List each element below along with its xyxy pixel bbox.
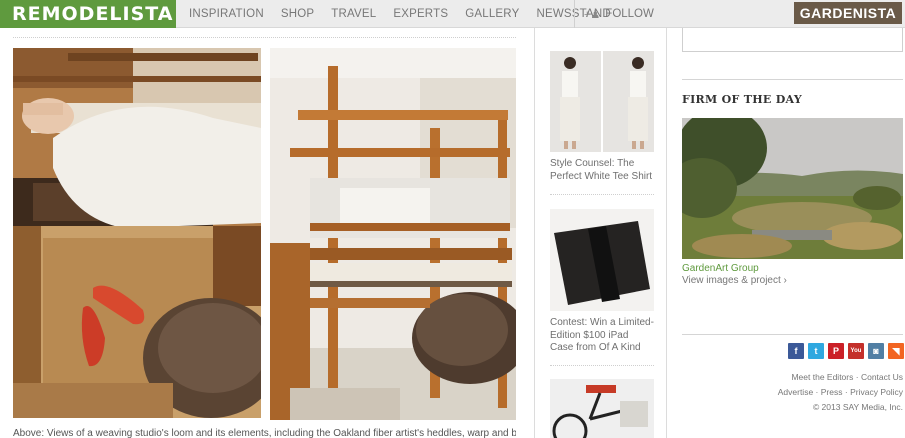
footer-links-row-2: Advertise · Press · Privacy Policy: [778, 387, 903, 397]
nav-item-inspiration[interactable]: INSPIRATION: [189, 8, 264, 20]
related-post-1-title[interactable]: Style Counsel: The Perfect White Tee Shi…: [550, 158, 654, 183]
sidebar-rule: [682, 79, 903, 80]
related-post-2-thumbnail[interactable]: [550, 209, 654, 311]
follow-button[interactable]: +♟ FOLLOW: [584, 0, 654, 28]
nav-divider: [574, 0, 575, 28]
nav-item-travel[interactable]: TRAVEL: [331, 8, 376, 20]
gardenista-link[interactable]: GARDENISTA: [794, 2, 902, 24]
article-caption: Above: Views of a weaving studio's loom …: [13, 428, 516, 438]
footer-separator: ·: [815, 387, 819, 397]
ipad-case-image: [550, 209, 654, 311]
main-nav: INSPIRATION SHOP TRAVEL EXPERTS GALLERY …: [189, 0, 628, 28]
meet-the-editors-link[interactable]: Meet the Editors: [791, 372, 853, 382]
footer-separator: ·: [844, 387, 848, 397]
advertise-link[interactable]: Advertise: [778, 387, 813, 397]
pinterest-icon[interactable]: P: [828, 343, 844, 359]
bicycle-image: [550, 379, 654, 438]
view-images-link[interactable]: View images & project ›: [682, 275, 787, 286]
white-tee-image: [550, 51, 654, 152]
nav-item-shop[interactable]: SHOP: [281, 8, 314, 20]
twitter-icon[interactable]: t: [808, 343, 824, 359]
top-nav-bar: REMODELISTA INSPIRATION SHOP TRAVEL EXPE…: [0, 0, 905, 28]
related-post-3: [550, 379, 654, 438]
related-post-2-title[interactable]: Contest: Win a Limited-Edition $100 iPad…: [550, 317, 654, 355]
related-separator: [550, 365, 654, 366]
social-icons: f t P You ◙ ◥: [788, 343, 905, 359]
footer-separator: ·: [855, 372, 859, 382]
facebook-icon[interactable]: f: [788, 343, 804, 359]
site-logo[interactable]: REMODELISTA: [0, 0, 176, 28]
article-top-rule: [13, 37, 516, 38]
related-post-2: Contest: Win a Limited-Edition $100 iPad…: [550, 209, 654, 355]
follow-label: FOLLOW: [605, 8, 654, 20]
loom-hands-image: [13, 48, 261, 418]
privacy-policy-link[interactable]: Privacy Policy: [850, 387, 903, 397]
firm-of-the-day-photo[interactable]: [682, 118, 903, 259]
firm-of-the-day-heading: FIRM OF THE DAY: [682, 93, 802, 106]
wooden-loom-image: [270, 48, 516, 420]
related-post-3-thumbnail[interactable]: [550, 379, 654, 438]
article-photo-wooden-loom[interactable]: [270, 48, 516, 420]
related-posts-column: Style Counsel: The Perfect White Tee Shi…: [534, 28, 667, 438]
related-post-1-thumbnail[interactable]: [550, 51, 654, 152]
add-person-icon: +♟: [584, 8, 601, 21]
view-images-label: View images & project: [682, 275, 781, 286]
firm-name-link[interactable]: GardenArt Group: [682, 263, 759, 274]
contact-us-link[interactable]: Contact Us: [861, 372, 903, 382]
garden-landscape-image: [682, 118, 903, 259]
nav-item-experts[interactable]: EXPERTS: [393, 8, 448, 20]
nav-item-gallery[interactable]: GALLERY: [465, 8, 519, 20]
sidebar-footer-rule: [682, 334, 903, 335]
rss-icon[interactable]: ◥: [888, 343, 904, 359]
footer-links-row-1: Meet the Editors · Contact Us: [791, 372, 903, 382]
related-separator: [550, 194, 654, 195]
chevron-right-icon: ›: [783, 275, 787, 286]
press-link[interactable]: Press: [821, 387, 843, 397]
article-photo-loom-hands[interactable]: [13, 48, 261, 418]
related-post-1: Style Counsel: The Perfect White Tee Shi…: [550, 51, 654, 183]
copyright: © 2013 SAY Media, Inc.: [812, 402, 903, 412]
sidebar-search-box[interactable]: [682, 28, 903, 52]
youtube-icon[interactable]: You: [848, 343, 864, 359]
instagram-icon[interactable]: ◙: [868, 343, 884, 359]
